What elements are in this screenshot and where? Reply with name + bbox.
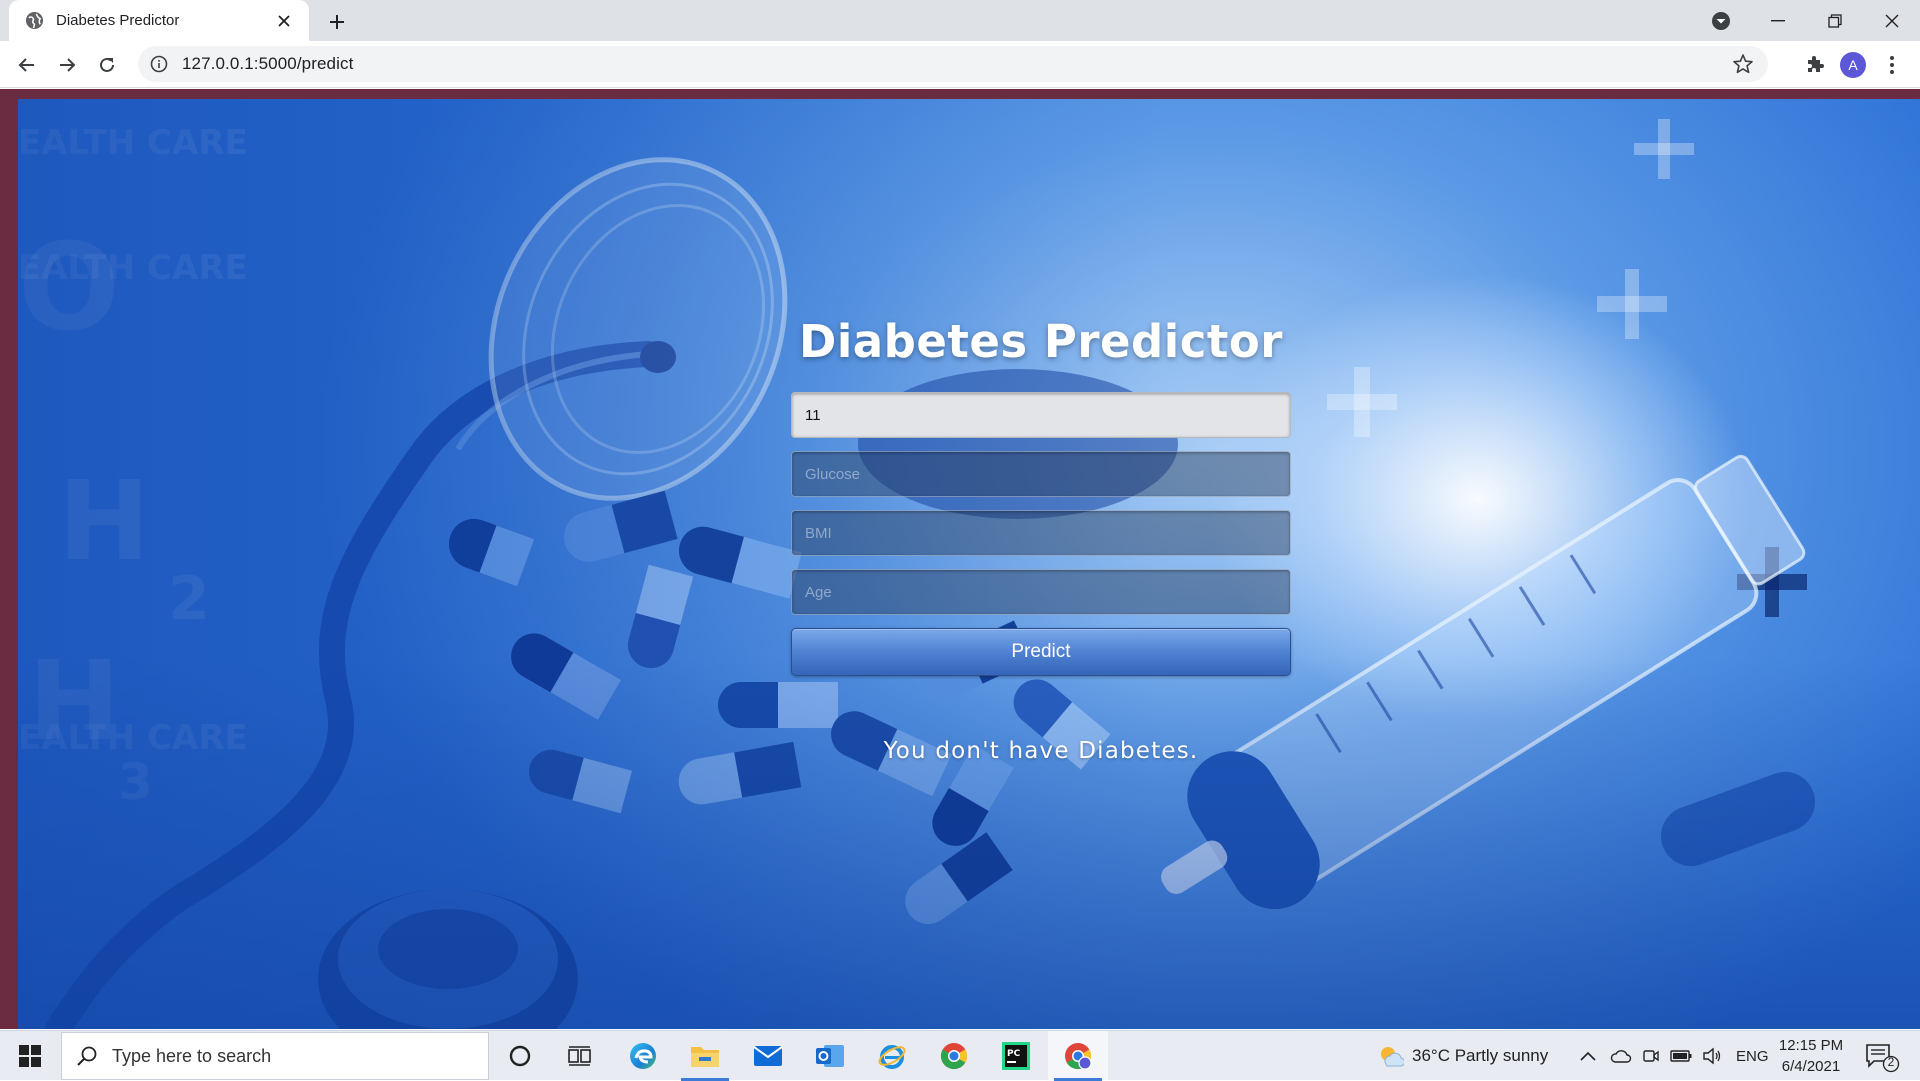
browser-menu-icon[interactable]	[1882, 53, 1902, 77]
hero-background: EALTH CARE EALTH CARE EALTH CARE H 2 H 3…	[18, 99, 1920, 1029]
site-info-icon[interactable]	[150, 55, 168, 73]
clock-time: 12:15 PM	[1778, 1037, 1844, 1054]
meet-now-icon[interactable]	[1642, 1047, 1660, 1065]
browser-toolbar: 127.0.0.1:5000/predict A	[0, 41, 1920, 88]
new-tab-button[interactable]	[324, 9, 350, 35]
chrome-profile-icon[interactable]	[1048, 1031, 1108, 1081]
clock-date: 6/4/2021	[1781, 1058, 1841, 1075]
notification-count: 2	[1887, 1055, 1895, 1069]
predict-form: Diabetes Predictor Predict You don't hav…	[791, 315, 1291, 764]
page-title: Diabetes Predictor	[799, 315, 1283, 368]
browser-tab[interactable]: Diabetes Predictor	[9, 0, 309, 41]
windows-start-icon[interactable]	[0, 1031, 60, 1081]
pregnancies-input[interactable]	[791, 392, 1291, 438]
close-tab-icon[interactable]	[273, 10, 295, 32]
cortana-icon[interactable]	[490, 1031, 550, 1081]
extensions-puzzle-icon[interactable]	[1801, 50, 1829, 78]
language-indicator[interactable]: ENG	[1736, 1048, 1769, 1065]
chrome-icon[interactable]	[924, 1031, 984, 1081]
windows-taskbar: Type here to search PC 36°C Partly sunny	[0, 1030, 1920, 1081]
profile-avatar[interactable]: A	[1840, 52, 1866, 78]
mail-icon[interactable]	[738, 1031, 798, 1081]
predict-button[interactable]: Predict	[791, 628, 1291, 676]
page-viewport: EALTH CARE EALTH CARE EALTH CARE H 2 H 3…	[0, 89, 1920, 1029]
glucose-input[interactable]	[791, 451, 1291, 497]
outlook-icon[interactable]	[800, 1031, 860, 1081]
svg-text:PC: PC	[1007, 1049, 1021, 1059]
age-input[interactable]	[791, 569, 1291, 615]
url-text: 127.0.0.1:5000/predict	[182, 54, 354, 73]
taskbar-clock[interactable]: 12:15 PM 6/4/2021	[1770, 1035, 1852, 1077]
pycharm-icon[interactable]: PC	[986, 1031, 1046, 1081]
browser-tab-strip: Diabetes Predictor	[0, 0, 1920, 41]
globe-icon	[25, 11, 44, 30]
address-bar[interactable]: 127.0.0.1:5000/predict	[138, 46, 1768, 82]
system-tray: ENG	[1580, 1031, 1769, 1081]
partly-sunny-icon	[1378, 1044, 1404, 1068]
back-arrow-icon[interactable]	[12, 50, 42, 80]
forward-arrow-icon[interactable]	[52, 50, 82, 80]
edge-icon[interactable]	[613, 1031, 673, 1081]
internet-explorer-icon[interactable]	[862, 1031, 922, 1081]
restore-window-icon[interactable]	[1806, 0, 1863, 41]
notification-center-icon[interactable]: 2	[1864, 1041, 1900, 1073]
close-window-icon[interactable]	[1863, 0, 1920, 41]
bmi-input[interactable]	[791, 510, 1291, 556]
weather-text: 36°C Partly sunny	[1412, 1046, 1549, 1065]
task-view-icon[interactable]	[550, 1031, 610, 1081]
tab-title: Diabetes Predictor	[56, 12, 180, 29]
search-icon	[76, 1045, 98, 1067]
bookmark-star-icon[interactable]	[1732, 53, 1754, 75]
battery-icon[interactable]	[1670, 1050, 1692, 1062]
taskbar-search-box[interactable]: Type here to search	[61, 1032, 489, 1080]
minimize-window-icon[interactable]	[1749, 0, 1806, 41]
weather-widget[interactable]: 36°C Partly sunny	[1378, 1031, 1548, 1081]
search-placeholder: Type here to search	[112, 1045, 272, 1066]
volume-icon[interactable]	[1702, 1047, 1722, 1065]
prediction-result: You don't have Diabetes.	[883, 738, 1199, 764]
chevron-up-icon[interactable]	[1580, 1051, 1596, 1061]
tab-search-icon[interactable]	[1710, 10, 1732, 32]
onedrive-cloud-icon[interactable]	[1610, 1049, 1632, 1063]
reload-icon[interactable]	[92, 50, 122, 80]
file-explorer-icon[interactable]	[675, 1031, 735, 1081]
